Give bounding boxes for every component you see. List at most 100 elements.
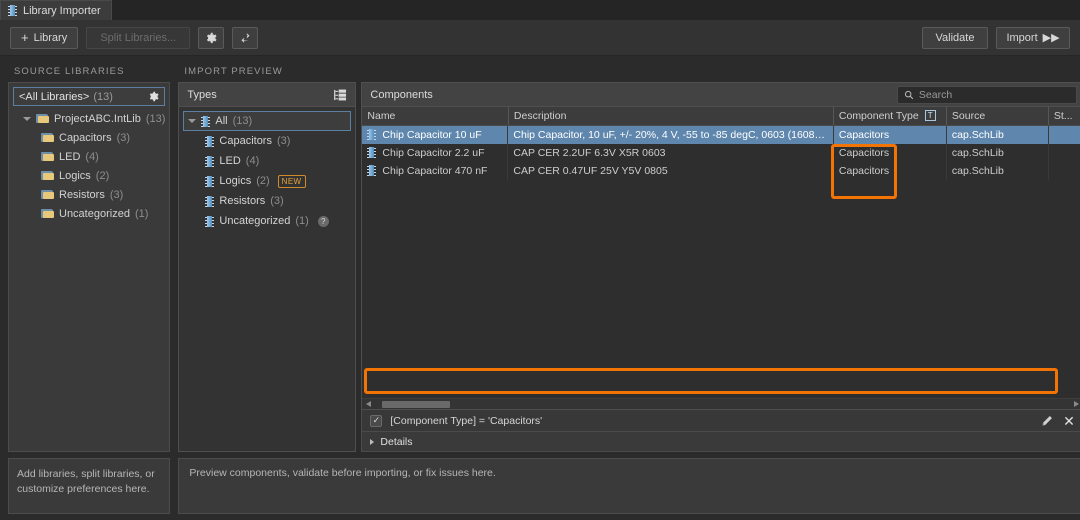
type-row-resistors[interactable]: Resistors (3) xyxy=(183,191,351,211)
new-badge: NEW xyxy=(277,174,306,188)
tree-row-logics[interactable]: Logics (2) xyxy=(13,166,165,185)
double-chevron-right-icon: ▶▶ xyxy=(1042,32,1060,44)
import-button[interactable]: Import ▶▶ xyxy=(996,26,1070,49)
workspace: SOURCE LIBRARIES <All Libraries> (13) Pr… xyxy=(0,56,1080,520)
scroll-right-arrow-icon[interactable] xyxy=(1073,401,1079,407)
help-icon[interactable]: ? xyxy=(317,215,329,227)
split-libraries-button[interactable]: Split Libraries... xyxy=(86,26,191,49)
import-label: Import xyxy=(1006,31,1038,44)
table-row[interactable]: Chip Capacitor 2.2 uF CAP CER 2.2UF 6.3V… xyxy=(362,143,1080,162)
types-header: Types xyxy=(178,82,357,106)
component-icon xyxy=(205,155,215,167)
types-tree[interactable]: All (13) Capacitors (3) LED (4) Logics (… xyxy=(178,106,357,452)
column-header-component-type[interactable]: Component Type T xyxy=(833,107,947,126)
refresh-button[interactable] xyxy=(232,26,259,49)
chip-icon xyxy=(8,5,17,16)
folder-icon xyxy=(41,151,54,162)
library-tree[interactable]: <All Libraries> (13) ProjectABC.IntLib ( xyxy=(8,82,171,452)
chevron-down-icon[interactable] xyxy=(188,119,197,123)
column-header-description[interactable]: Description xyxy=(508,107,834,126)
cell-source: cap.SchLib xyxy=(946,161,1049,180)
cell-description: CAP CER 2.2UF 6.3V X5R 0603 xyxy=(508,143,834,162)
component-icon xyxy=(205,195,215,207)
search-icon xyxy=(904,90,914,100)
import-preview-label: IMPORT PREVIEW xyxy=(184,66,283,77)
table-row[interactable]: Chip Capacitor 470 nF CAP CER 0.47UF 25V… xyxy=(362,161,1080,180)
type-row-uncategorized[interactable]: Uncategorized (1) ? xyxy=(183,211,351,231)
close-icon[interactable]: ✕ xyxy=(1063,414,1075,428)
component-icon xyxy=(205,175,215,187)
import-preview-hint-text: Preview components, validate before impo… xyxy=(189,467,496,479)
details-label: Details xyxy=(380,435,413,448)
source-libraries-panel: SOURCE LIBRARIES <All Libraries> (13) Pr… xyxy=(0,56,176,520)
search-input[interactable]: Search xyxy=(896,85,1077,104)
component-icon xyxy=(367,147,377,158)
tree-item-label: Logics xyxy=(59,169,91,182)
type-row-logics[interactable]: Logics (2) NEW xyxy=(183,171,351,191)
search-placeholder: Search xyxy=(918,88,953,101)
gear-icon[interactable] xyxy=(148,91,159,102)
folder-icon xyxy=(41,170,54,181)
tree-row-uncategorized[interactable]: Uncategorized (1) xyxy=(13,204,165,223)
folder-icon xyxy=(36,113,49,124)
tree-row-resistors[interactable]: Resistors (3) xyxy=(13,185,165,204)
type-count: (4) xyxy=(245,155,260,167)
import-preview-panel: IMPORT PREVIEW Types All (13) Capacitors… xyxy=(176,56,1080,520)
components-header-label: Components xyxy=(370,88,433,101)
chevron-down-icon[interactable] xyxy=(23,116,31,121)
column-header-status[interactable]: St... xyxy=(1048,107,1080,126)
details-bar[interactable]: Details xyxy=(361,432,1080,452)
tree-row-capacitors[interactable]: Capacitors (3) xyxy=(13,128,165,147)
tab-library-importer[interactable]: Library Importer xyxy=(0,0,112,20)
settings-button[interactable] xyxy=(198,26,225,49)
tree-item-count: (2) xyxy=(95,169,110,182)
split-libraries-label: Split Libraries... xyxy=(100,31,177,44)
filter-checkbox[interactable]: ✓ xyxy=(370,414,383,427)
tree-row-led[interactable]: LED (4) xyxy=(13,147,165,166)
component-icon xyxy=(205,215,215,227)
type-label: Uncategorized xyxy=(219,215,291,227)
cell-name-text: Chip Capacitor 10 uF xyxy=(382,128,482,141)
add-library-button[interactable]: + Library xyxy=(10,26,79,49)
all-libraries-row[interactable]: <All Libraries> (13) xyxy=(13,87,166,106)
types-header-label: Types xyxy=(187,88,217,101)
type-count: (13) xyxy=(232,115,253,127)
chevron-right-icon[interactable] xyxy=(370,438,375,445)
folder-icon xyxy=(41,189,54,200)
cell-name: Chip Capacitor 470 nF xyxy=(362,161,509,180)
text-filter-icon[interactable]: T xyxy=(924,110,936,122)
tree-item-count: (3) xyxy=(109,188,124,201)
scrollbar-thumb[interactable] xyxy=(382,401,451,408)
validate-button[interactable]: Validate xyxy=(922,26,988,49)
type-row-led[interactable]: LED (4) xyxy=(183,151,351,171)
gear-icon xyxy=(205,32,217,44)
cell-name-text: Chip Capacitor 470 nF xyxy=(382,164,488,177)
cell-status xyxy=(1048,143,1080,162)
type-row-capacitors[interactable]: Capacitors (3) xyxy=(183,131,351,151)
tree-view-icon[interactable] xyxy=(334,89,347,101)
cell-component-type: Capacitors xyxy=(833,161,947,180)
add-library-label: Library xyxy=(33,31,68,44)
column-header-name[interactable]: Name xyxy=(362,107,509,126)
components-table: Name Description Component Type T Source … xyxy=(362,107,1080,180)
folder-icon xyxy=(41,132,54,143)
tree-item-label: LED xyxy=(59,150,81,163)
type-count: (1) xyxy=(295,215,309,227)
column-header-source[interactable]: Source xyxy=(946,107,1049,126)
scroll-left-arrow-icon[interactable] xyxy=(366,401,372,407)
horizontal-scrollbar[interactable] xyxy=(362,398,1080,409)
plus-icon: + xyxy=(21,30,29,45)
tree-row-root[interactable]: ProjectABC.IntLib (13) xyxy=(13,109,165,128)
filter-expression-bar: ✓ [Component Type] = 'Capacitors' ✕ xyxy=(361,410,1080,432)
app-window: Library Importer + Library Split Librari… xyxy=(0,0,1080,520)
type-label: LED xyxy=(219,155,241,167)
cell-status xyxy=(1048,161,1080,180)
folder-icon xyxy=(41,208,54,219)
pencil-icon[interactable] xyxy=(1041,415,1053,427)
tree-item-count: (3) xyxy=(116,131,131,144)
table-row[interactable]: Chip Capacitor 10 uF Chip Capacitor, 10 … xyxy=(362,125,1080,144)
source-libraries-hint: Add libraries, split libraries, or custo… xyxy=(8,458,171,514)
validate-label: Validate xyxy=(935,31,975,44)
tree-item-label: Uncategorized xyxy=(59,207,130,220)
type-row-all[interactable]: All (13) xyxy=(183,111,352,131)
